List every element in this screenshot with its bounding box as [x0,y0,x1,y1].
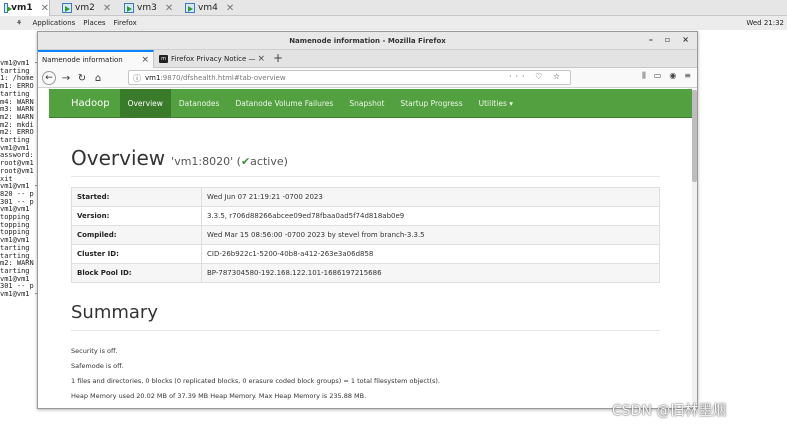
table-row: Started: Wed Jun 07 21:19:21 -0700 2023 [71,187,660,207]
row-key: Version: [71,206,202,226]
row-value: Wed Jun 07 21:19:21 -0700 2023 [201,187,660,207]
tab-label: Namenode information [42,56,123,64]
extension-icon[interactable]: ◉ [669,71,676,81]
nav-overview[interactable]: Overview [119,89,171,118]
host-label: 'vm1:8020' [171,155,234,168]
hadoop-brand[interactable]: Hadoop [49,89,120,118]
scrollbar-thumb[interactable] [692,90,697,182]
desktop-background [697,30,787,428]
terminal-window[interactable]: vm1@vm1 - tarting 1: /home m1: ERRO tarting… [0,30,38,428]
summary-line: Safemode is off. [71,362,124,370]
firefox-menu[interactable]: Firefox [114,19,137,27]
namenode-host: 'vm1:8020' (✔active) [171,155,288,168]
table-row: Cluster ID: CID-26b922c1-5200-40b8-a412-2… [71,244,660,264]
vm-icon [62,3,72,13]
site-info-icon[interactable]: ⓘ [133,73,141,84]
new-tab-button[interactable]: + [273,51,283,65]
vm-icon [4,3,13,13]
nav-utilities-dropdown[interactable]: Utilities ▾ [471,89,521,118]
browser-tab-strip: Namenode information × m Firefox Privacy… [38,50,697,68]
hadoop-navbar: Hadoop Overview Datanodes Datanode Volum… [49,89,692,118]
url-bar[interactable]: ⓘ vm1:9870/dfshealth.html#tab-overview ·… [128,70,571,85]
url-path: :9870/dfshealth.html#tab-overview [160,73,286,82]
home-icon[interactable]: ⌂ [92,71,104,85]
places-menu[interactable]: Places [83,19,105,27]
reload-button[interactable]: ↻ [76,71,88,85]
row-value: BP-787304580-192.168.122.101-16861972156… [201,263,660,283]
overview-header: Overview 'vm1:8020' (✔active) [71,146,288,170]
nav-startup-progress[interactable]: Startup Progress [392,89,470,118]
row-value: Wed Mar 15 08:56:00 -0700 2023 by stevel… [201,225,660,245]
row-key: Started: [71,187,202,207]
vm-tab-label: vm1 [11,3,33,13]
menu-icon[interactable]: ≡ [684,71,691,81]
vm-tab-strip: vm1 ✕ vm2 ✕ vm3 ✕ vm4 ✕ [0,0,787,16]
vm-tab-vm1[interactable]: vm1 ✕ [0,0,50,16]
close-window-button[interactable]: × [682,35,689,44]
overview-info-table: Started: Wed Jun 07 21:19:21 -0700 2023 V… [71,187,660,283]
back-button[interactable]: ← [42,71,56,85]
page-actions-icons[interactable]: ··· ♡ ☆ [509,72,564,81]
tab-namenode-information[interactable]: Namenode information × [38,50,154,68]
summary-line: Heap Memory used 20.02 MB of 37.39 MB He… [71,392,367,400]
nav-datanodes[interactable]: Datanodes [171,89,228,118]
sidebar-icon[interactable]: ▭ [654,71,662,81]
vm-tab-vm3[interactable]: vm3 ✕ [120,0,178,16]
url-host: vm1 [145,73,161,82]
watermark: CSDN @旧林墨烟 [612,403,727,419]
status-label: active) [250,155,288,168]
divider [71,330,660,331]
nav-datanode-volume-failures[interactable]: Datanode Volume Failures [227,89,341,118]
mozilla-logo-icon: m [159,55,168,63]
gnome-top-bar: ⚘ Applications Places Firefox Wed 21:32 [0,16,787,30]
vm-tab-vm2[interactable]: vm2 ✕ [58,0,116,16]
close-tab-icon[interactable]: × [141,55,149,65]
check-icon: ✔ [240,155,251,168]
row-value: 3.3.5, r706d88266abcee09ed78fbaa0ad5f74d… [201,206,660,226]
forward-button[interactable]: → [60,71,72,85]
tab-firefox-privacy-notice[interactable]: m Firefox Privacy Notice — × [155,50,269,68]
nav-snapshot[interactable]: Snapshot [341,89,392,118]
tab-label: Firefox Privacy Notice — [171,55,256,63]
window-title: Namenode information - Mozilla Firefox [289,36,446,45]
vm-tab-label: vm2 [75,3,95,13]
firefox-window: Namenode information - Mozilla Firefox –… [37,31,698,409]
row-key: Block Pool ID: [71,263,202,283]
close-tab-icon[interactable]: × [257,54,265,64]
clock[interactable]: Wed 21:32 [746,19,784,27]
row-key: Cluster ID: [71,244,202,264]
vm-tab-label: vm3 [137,3,157,13]
summary-line: 1 files and directories, 0 blocks (0 rep… [71,377,441,385]
divider [71,176,660,177]
close-icon[interactable]: ✕ [41,3,49,14]
row-value: CID-26b922c1-5200-40b8-a412-263e3a06d858 [201,244,660,264]
table-row: Compiled: Wed Mar 15 08:56:00 -0700 2023 … [71,225,660,245]
navigation-toolbar: ← → ↻ ⌂ ⓘ vm1:9870/dfshealth.html#tab-ov… [38,68,697,88]
summary-line: Security is off. [71,347,118,355]
vm-tab-label: vm4 [198,3,218,13]
close-icon[interactable]: ✕ [103,3,111,14]
table-row: Version: 3.3.5, r706d88266abcee09ed78fbaa… [71,206,660,226]
applications-label: Applications [32,19,76,27]
summary-heading: Summary [71,302,158,323]
minimize-button[interactable]: – [649,35,653,44]
terminal-line: vm1@vm1 - [0,290,38,299]
vm-icon [185,3,195,13]
page-title: Overview [71,146,166,170]
window-titlebar[interactable]: Namenode information - Mozilla Firefox –… [38,32,697,50]
gnome-foot-icon: ⚘ [16,19,23,27]
table-row: Block Pool ID: BP-787304580-192.168.122.1… [71,263,660,283]
vm-icon [124,3,134,13]
close-icon[interactable]: ✕ [226,3,234,14]
close-icon[interactable]: ✕ [165,3,173,14]
page-content: Hadoop Overview Datanodes Datanode Volum… [38,89,693,408]
row-key: Compiled: [71,225,202,245]
maximize-button[interactable]: ▫ [665,35,670,44]
vm-tab-vm4[interactable]: vm4 ✕ [181,0,239,16]
applications-menu[interactable]: ⚘ Applications [8,19,75,27]
library-icon[interactable]: ⫼ [642,71,646,81]
